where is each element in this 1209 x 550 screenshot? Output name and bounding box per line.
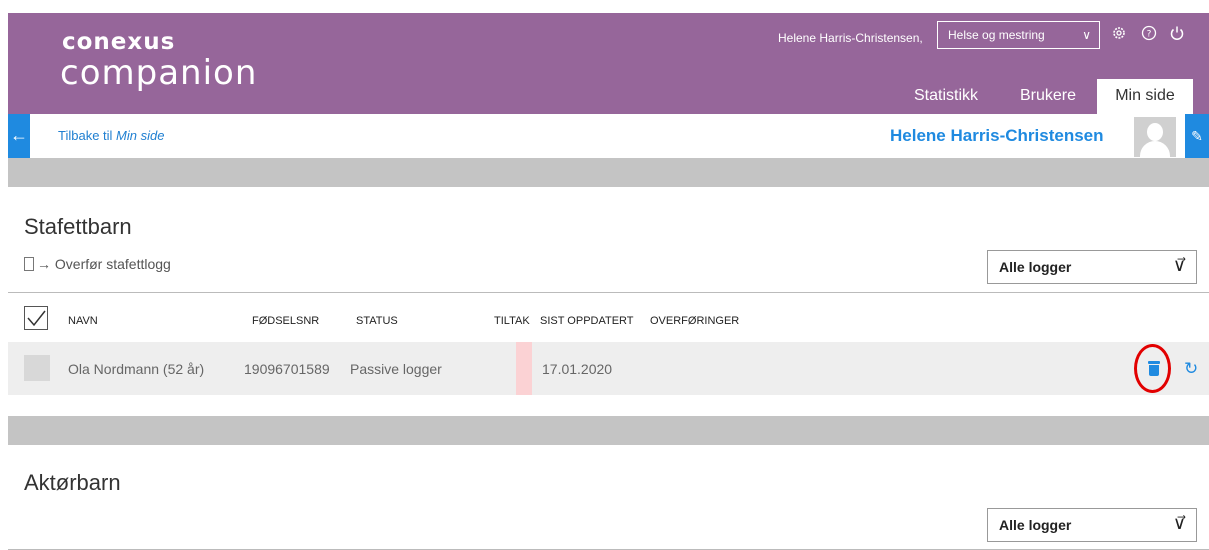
stafett-log-filter-value: Alle logger	[999, 259, 1072, 275]
back-link-prefix: Tilbake til	[58, 128, 117, 143]
svg-text:?: ?	[1147, 30, 1152, 40]
column-header-fodselsnr[interactable]: FØDSELSNR	[252, 315, 319, 327]
row-name: Ola Nordmann (52 år)	[68, 361, 205, 377]
app-header: conexus companion Helene Harris-Christen…	[8, 13, 1209, 114]
row-checkbox[interactable]	[24, 355, 50, 381]
back-arrow-icon[interactable]: ←	[8, 114, 30, 158]
column-header-tiltak[interactable]: TILTAK	[494, 315, 530, 327]
gear-icon[interactable]	[1110, 25, 1128, 43]
chevron-down-icon: ∨	[1082, 28, 1091, 42]
stafett-section-title: Stafettbarn	[24, 214, 132, 239]
power-icon[interactable]	[1168, 25, 1186, 43]
column-header-status[interactable]: STATUS	[356, 315, 398, 327]
column-header-overforinger[interactable]: OVERFØRINGER	[650, 315, 739, 327]
refresh-icon[interactable]: ↻	[1184, 359, 1198, 379]
highlight-circle	[1134, 344, 1171, 393]
help-icon[interactable]: ?	[1140, 25, 1158, 43]
back-bar: ← Tilbake til Min side Helene Harris-Chr…	[8, 114, 1209, 158]
pencil-icon[interactable]: ✎	[1185, 114, 1209, 158]
section-divider-middle	[8, 416, 1209, 445]
tab-statistikk[interactable]: Statistikk	[896, 79, 996, 114]
arrow-right-icon: →	[37, 256, 51, 272]
back-link-target: Min side	[116, 128, 165, 143]
column-header-navn[interactable]: NAVN	[68, 315, 98, 327]
stafett-log-filter-select[interactable]: Alle logger ∨⃗	[987, 250, 1197, 284]
select-all-checkbox[interactable]	[24, 306, 48, 330]
transfer-log-label: Overfør stafettlogg	[54, 256, 171, 272]
aktor-log-filter-value: Alle logger	[999, 517, 1072, 533]
profile-name[interactable]: Helene Harris-Christensen	[890, 126, 1104, 146]
row-ssn: 19096701589	[244, 361, 330, 377]
avatar[interactable]	[1134, 117, 1176, 157]
logo-text-bottom: companion	[60, 53, 258, 93]
table-row[interactable]: Ola Nordmann (52 år) 19096701589 Passive…	[8, 342, 1209, 395]
tiltak-indicator	[516, 342, 532, 395]
tab-min-side[interactable]: Min side	[1097, 79, 1193, 114]
column-header-sist-oppdatert[interactable]: SIST OPPDATERT	[540, 315, 634, 327]
transfer-log-button[interactable]: → Overfør stafettlogg	[24, 256, 171, 272]
document-icon	[24, 257, 34, 271]
tab-brukere[interactable]: Brukere	[1003, 79, 1093, 114]
back-link[interactable]: Tilbake til Min side	[58, 128, 164, 143]
current-user-name: Helene Harris-Christensen,	[778, 31, 923, 45]
logo-text-top: conexus	[62, 29, 176, 55]
row-status: Passive logger	[350, 361, 442, 377]
organization-select-value: Helse og mestring	[948, 28, 1045, 42]
chevron-down-icon: ∨⃗	[1172, 513, 1186, 533]
aktor-log-filter-select[interactable]: Alle logger ∨⃗	[987, 508, 1197, 542]
aktor-section-title: Aktørbarn	[24, 470, 121, 495]
table-top-rule	[8, 292, 1209, 293]
row-updated: 17.01.2020	[542, 361, 613, 377]
organization-select[interactable]: Helse og mestring ∨	[937, 21, 1100, 49]
section-divider-top	[8, 158, 1209, 187]
chevron-down-icon: ∨⃗	[1172, 255, 1186, 275]
